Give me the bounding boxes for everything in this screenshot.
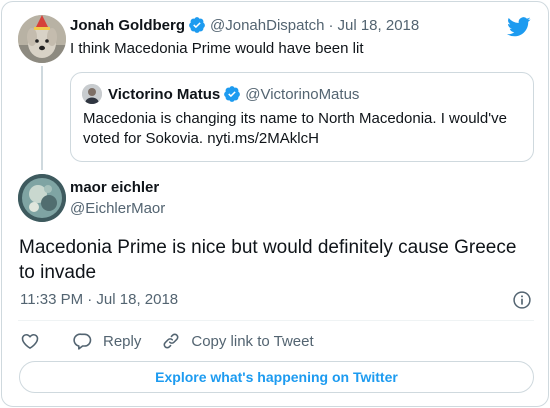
tweet-timestamp[interactable]: 11:33 PM · Jul 18, 2018 (20, 291, 178, 308)
like-button[interactable] (20, 331, 42, 351)
twitter-bird-icon[interactable] (507, 16, 531, 38)
quoted-tweet[interactable]: Victorino Matus @VictorinoMatus Macedoni… (70, 72, 534, 162)
main-avatar[interactable] (18, 174, 66, 222)
divider (18, 320, 534, 321)
quote-header: Victorino Matus @VictorinoMatus (108, 85, 359, 103)
explore-label: Explore what's happening on Twitter (155, 369, 398, 385)
action-bar: Reply Copy link to Tweet (20, 329, 314, 353)
person-avatar-image (82, 84, 102, 104)
quote-author-name: Victorino Matus (108, 85, 221, 103)
link-icon (163, 333, 179, 349)
heart-icon (21, 333, 39, 349)
info-icon[interactable] (512, 290, 532, 310)
main-author-name[interactable]: maor eichler (70, 179, 159, 196)
reply-label: Reply (103, 332, 142, 350)
parent-header: Jonah Goldberg @JonahDispatch · Jul 18, … (70, 16, 419, 34)
reply-button[interactable]: Reply (73, 331, 141, 351)
parent-author-handle[interactable]: @JonahDispatch (210, 17, 324, 34)
parent-tweet-text: I think Macedonia Prime would have been … (70, 40, 364, 57)
reply-icon (73, 333, 92, 350)
main-author-handle[interactable]: @EichlerMaor (70, 200, 165, 217)
parent-avatar[interactable] (18, 15, 66, 63)
copy-link-label: Copy link to Tweet (191, 332, 314, 350)
copy-link-button[interactable]: Copy link to Tweet (161, 331, 314, 351)
explore-twitter-button[interactable]: Explore what's happening on Twitter (19, 361, 534, 393)
quote-avatar (82, 84, 102, 104)
thread-connector-line (41, 66, 43, 170)
main-avatar-image (18, 174, 66, 222)
verified-badge-icon (224, 86, 241, 102)
quote-author-handle: @VictorinoMatus (245, 85, 360, 103)
verified-badge-icon (189, 17, 205, 33)
main-tweet-text: Macedonia Prime is nice but would defini… (19, 237, 517, 283)
parent-date[interactable]: Jul 18, 2018 (337, 17, 419, 34)
dog-avatar-image (18, 15, 66, 63)
parent-author-name[interactable]: Jonah Goldberg (70, 17, 185, 34)
tweet-card: Jonah Goldberg @JonahDispatch · Jul 18, … (1, 1, 549, 407)
quote-tweet-text: Macedonia is changing its name to North … (83, 110, 507, 147)
header-separator: · (328, 16, 334, 34)
